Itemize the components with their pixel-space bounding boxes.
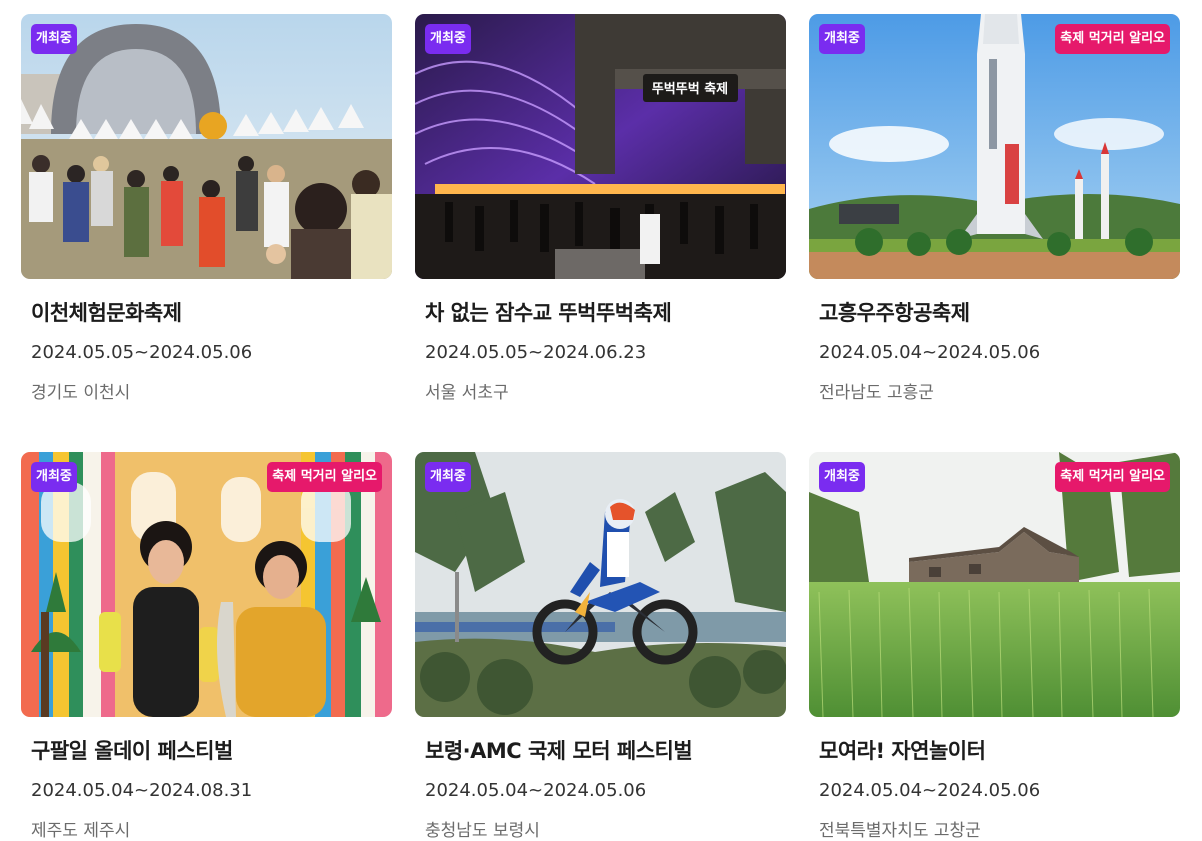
- status-badge: 개최중: [819, 462, 865, 492]
- festival-title[interactable]: 모여라! 자연놀이터: [819, 735, 986, 765]
- festival-title[interactable]: 보령·AMC 국제 모터 페스티벌: [425, 735, 693, 765]
- festival-card[interactable]: 개최중 이천체험문화축제 2024.05.05~2024.05.06 경기도 이…: [21, 14, 392, 403]
- festival-location: 경기도 이천시: [31, 383, 131, 403]
- promo-badge: 축제 먹거리 알리오: [1055, 462, 1170, 492]
- festival-date: 2024.05.05~2024.06.23: [425, 342, 647, 363]
- festival-location: 전북특별자치도 고창군: [819, 821, 981, 841]
- promo-badge: 축제 먹거리 알리오: [1055, 24, 1170, 54]
- festival-title[interactable]: 고흥우주항공축제: [819, 297, 970, 327]
- festival-location: 서울 서초구: [425, 383, 509, 403]
- status-badge: 개최중: [31, 24, 77, 54]
- festival-card[interactable]: 개최중 보령·AMC 국제 모터 페스티벌 2024.05.04~2024.05…: [415, 452, 786, 841]
- festival-title[interactable]: 이천체험문화축제: [31, 297, 182, 327]
- festival-date: 2024.05.04~2024.08.31: [31, 780, 253, 801]
- festival-image[interactable]: 개최중: [21, 14, 392, 279]
- festival-location: 전라남도 고흥군: [819, 383, 934, 403]
- festival-date: 2024.05.04~2024.05.06: [819, 780, 1041, 801]
- festival-image[interactable]: 개최중 축제 먹거리 알리오: [809, 14, 1180, 279]
- festival-image[interactable]: 개최중: [415, 452, 786, 717]
- festival-card[interactable]: 개최중 축제 먹거리 알리오 모여라! 자연놀이터 2024.05.04~202…: [809, 452, 1180, 841]
- festival-card[interactable]: 개최중 축제 먹거리 알리오 구팔일 올데이 페스티벌 2024.05.04~2…: [21, 452, 392, 841]
- festival-sign-text: 뚜벅뚜벅 축제: [652, 81, 728, 97]
- status-badge: 개최중: [31, 462, 77, 492]
- festival-date: 2024.05.04~2024.05.06: [819, 342, 1041, 363]
- festival-card[interactable]: 개최중 축제 먹거리 알리오 고흥우주항공축제 2024.05.04~2024.…: [809, 14, 1180, 403]
- status-badge: 개최중: [819, 24, 865, 54]
- festival-image[interactable]: 개최중 축제 먹거리 알리오: [809, 452, 1180, 717]
- festival-card-grid: 개최중 이천체험문화축제 2024.05.05~2024.05.06 경기도 이…: [0, 0, 1202, 841]
- festival-title[interactable]: 차 없는 잠수교 뚜벅뚜벅축제: [425, 297, 672, 327]
- festival-date: 2024.05.05~2024.05.06: [31, 342, 253, 363]
- festival-card[interactable]: 뚜벅뚜벅 축제 개최중 차 없는 잠수교 뚜벅뚜벅축제 2024.05.05~2…: [415, 14, 786, 403]
- promo-badge: 축제 먹거리 알리오: [267, 462, 382, 492]
- status-badge: 개최중: [425, 24, 471, 54]
- status-badge: 개최중: [425, 462, 471, 492]
- festival-image[interactable]: 뚜벅뚜벅 축제 개최중: [415, 14, 786, 279]
- festival-location: 제주도 제주시: [31, 821, 131, 841]
- festival-location: 충청남도 보령시: [425, 821, 540, 841]
- festival-title[interactable]: 구팔일 올데이 페스티벌: [31, 735, 233, 765]
- festival-image[interactable]: 개최중 축제 먹거리 알리오: [21, 452, 392, 717]
- festival-date: 2024.05.04~2024.05.06: [425, 780, 647, 801]
